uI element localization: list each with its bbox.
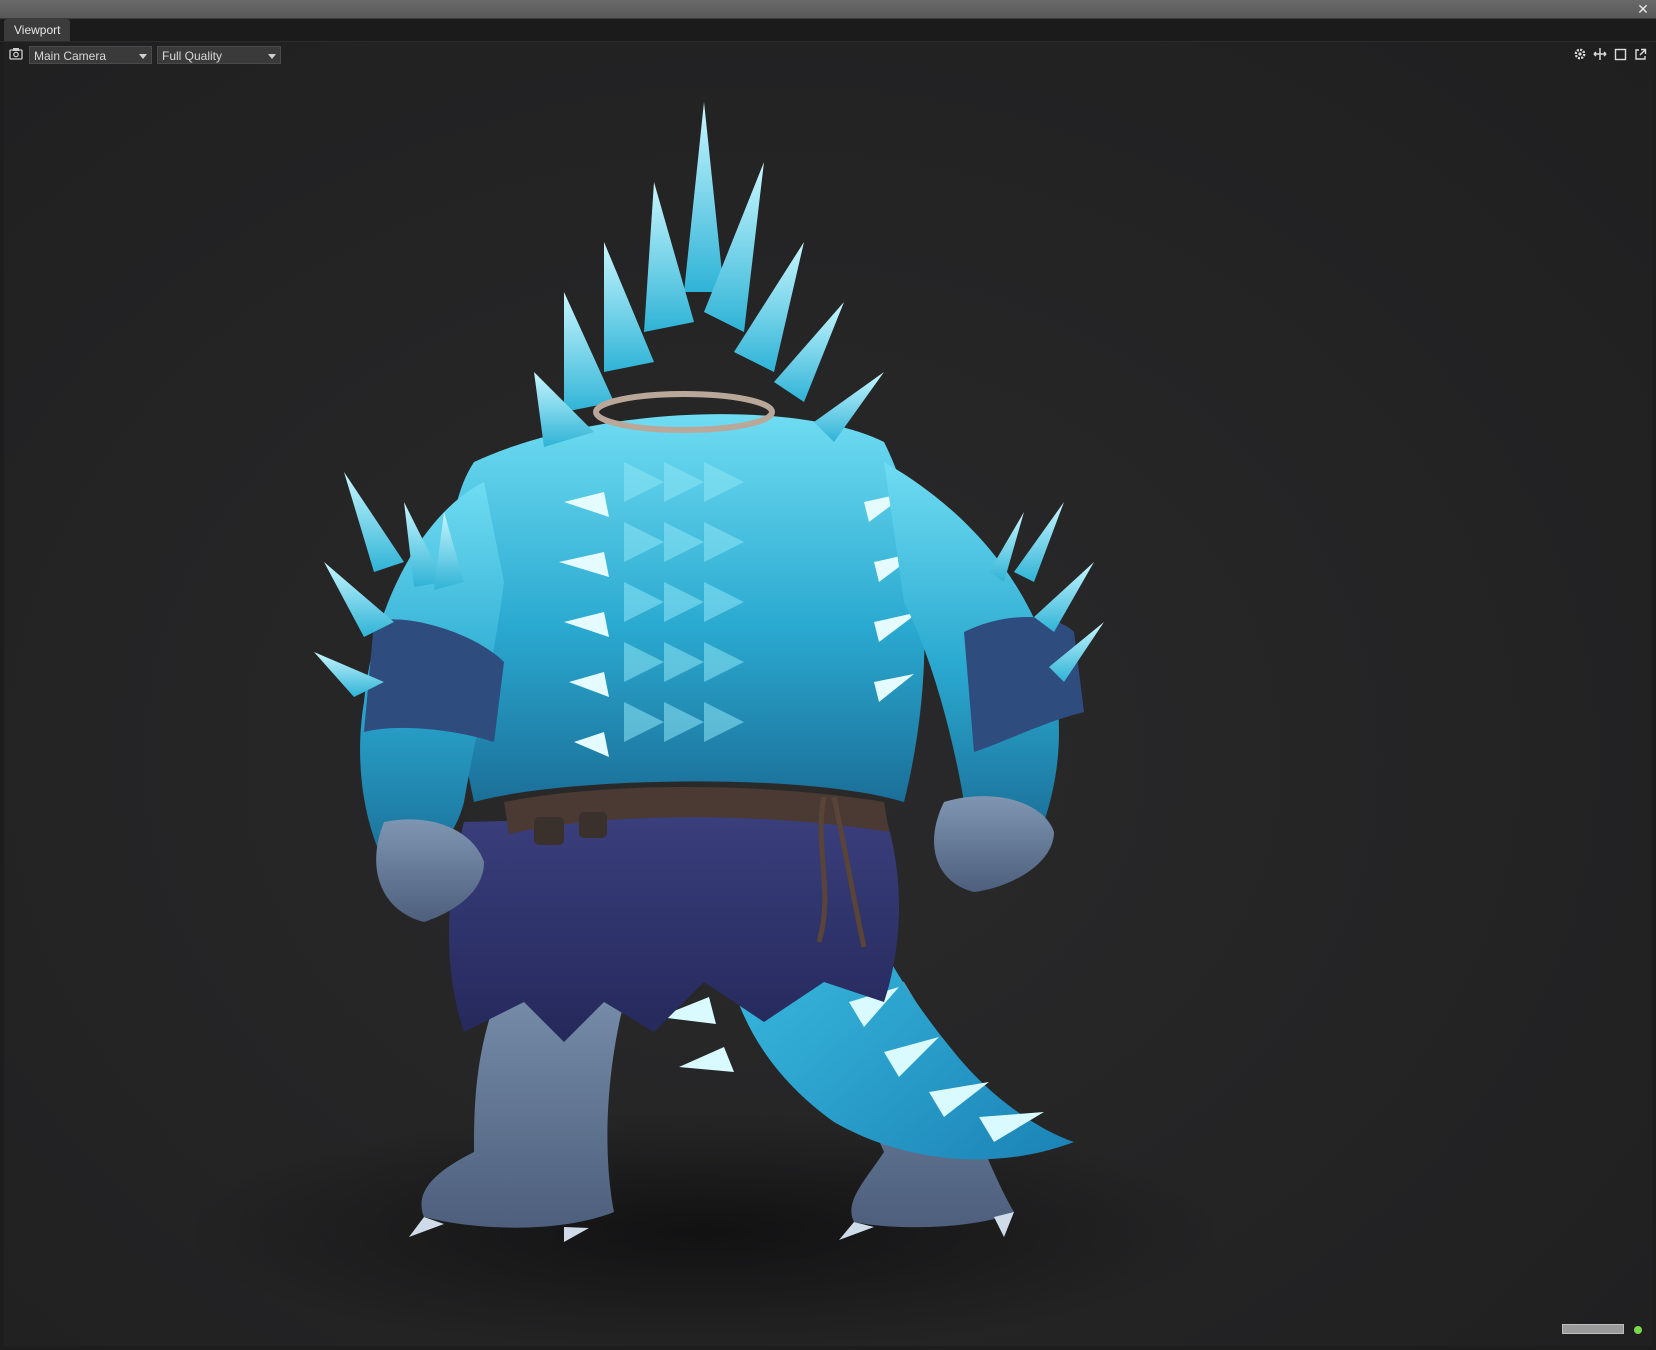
tab-viewport[interactable]: Viewport <box>4 19 71 41</box>
gear-icon[interactable] <box>1572 45 1588 63</box>
viewport-toolbar: Main Camera Full Quality <box>4 42 1652 66</box>
progress-bar <box>1562 1324 1624 1334</box>
close-icon[interactable]: ✕ <box>1636 0 1650 18</box>
window-titlebar: ✕ <box>0 0 1656 19</box>
tab-strip: Viewport <box>0 19 1656 42</box>
move-icon[interactable] <box>1592 45 1608 63</box>
belt-pouch-1 <box>534 817 564 845</box>
camera-icon[interactable] <box>9 47 25 61</box>
belt-pouch-2 <box>579 812 607 838</box>
maximize-icon[interactable] <box>1612 45 1628 63</box>
viewport-controls <box>1572 45 1648 63</box>
camera-select[interactable]: Main Camera <box>29 46 152 64</box>
chevron-down-icon <box>139 54 147 59</box>
viewport-panel[interactable]: Main Camera Full Quality <box>4 42 1652 1346</box>
quality-select-value: Full Quality <box>162 49 223 63</box>
popout-icon[interactable] <box>1632 45 1648 63</box>
quality-select[interactable]: Full Quality <box>157 46 281 64</box>
right-hand <box>934 796 1054 892</box>
floor-shadow <box>184 1112 1224 1346</box>
right-bracer <box>964 617 1084 752</box>
status-indicator <box>1634 1326 1642 1334</box>
chevron-down-icon <box>268 54 276 59</box>
camera-select-value: Main Camera <box>34 49 107 63</box>
ice-creature-render <box>184 102 1224 1346</box>
